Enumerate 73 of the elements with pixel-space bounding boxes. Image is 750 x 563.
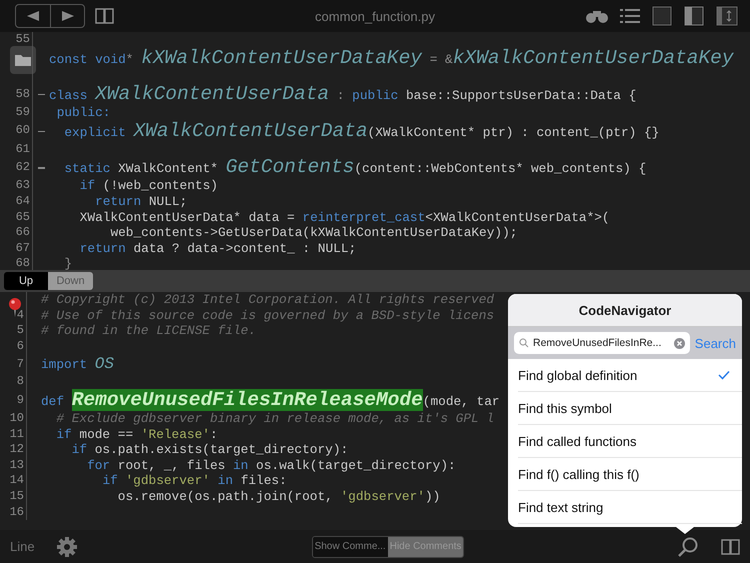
split-view-icon[interactable] (684, 6, 704, 26)
menu-item[interactable]: Find this symbol (518, 392, 742, 425)
folder-icon (15, 54, 31, 66)
code-line: class XWalkContentUserData : public base::SupportsUserData::Data { (49, 84, 636, 106)
line-number: 5 (16, 323, 24, 339)
code-line: os.remove(os.path.join(root, 'gdbserver')) (118, 488, 440, 505)
code-line: XWalkContentUserData* data = reinterpret_cast<XWalkContentUserData*>( (80, 210, 610, 226)
line-number: 7 (16, 356, 24, 372)
right-triangle-icon (62, 11, 74, 21)
line-number: 67 (16, 240, 30, 256)
code-line: explicit XWalkContentUserData(XWalkContent* ptr) : content_(ptr) {} (64, 120, 660, 142)
code-line: if mode == 'Release': (56, 426, 218, 442)
popover-title: CodeNavigator (578, 302, 672, 318)
pin-icon[interactable] (8, 297, 22, 317)
book-icon[interactable] (721, 538, 740, 554)
square-icon[interactable] (652, 6, 672, 26)
menu-item[interactable]: Find global definition (518, 359, 742, 392)
line-number: 60 (16, 123, 30, 140)
clear-icon[interactable] (674, 338, 685, 348)
code-line: return data ? data->content_ : NULL; (80, 240, 356, 256)
line-number: 12 (10, 442, 24, 458)
search-icon (519, 338, 529, 348)
code-line: if (!web_contents) (80, 178, 218, 194)
line-number: 65 (16, 210, 30, 226)
line-number: 68 (16, 256, 30, 270)
line-number: 63 (16, 178, 30, 194)
line-number: 64 (16, 194, 30, 210)
line-number: 58 (16, 86, 30, 102)
line-number: 59 (16, 105, 30, 121)
line-number: 11 (10, 426, 24, 442)
pane-tab[interactable]: Up (4, 272, 48, 290)
code-line: } (64, 256, 72, 270)
code-line: static XWalkContent* GetContents(content::WebContents* web_contents) { (64, 157, 646, 178)
code-line: const void* kXWalkContentUserDataKey = &kXWalkContentUserDataKey (49, 48, 734, 69)
line-number: 13 (10, 458, 24, 474)
resize-icon[interactable] (716, 6, 738, 26)
binoculars-icon[interactable] (586, 9, 608, 23)
settings-icon[interactable] (56, 536, 77, 556)
line-number: 62 (16, 160, 30, 176)
comments-toggle[interactable]: Show Comme... (312, 536, 388, 556)
line-number: 4 (16, 308, 24, 324)
code-line: # Copyright (c) 2013 Intel Corporation. All rights reserved (41, 292, 494, 308)
search-field[interactable]: RemoveUnusedFilesInRe... (514, 332, 690, 354)
line-number: 10 (10, 410, 24, 427)
file-title: common_function.py (315, 9, 435, 24)
search-icon[interactable] (677, 536, 699, 558)
menu-item[interactable]: Find text string (518, 491, 742, 524)
code-line: if 'gdbserver' in files: (102, 473, 287, 489)
line-number: 61 (16, 142, 30, 158)
menu-item[interactable]: Find f() calling this f() (518, 458, 742, 491)
menu-item[interactable]: Find called functions (518, 425, 742, 458)
code-line: public: (56, 105, 110, 121)
code-line: # Exclude gdbserver binary in release mode, as it's GPL l (56, 410, 494, 427)
line-number: 55 (16, 32, 30, 48)
line-number: 6 (16, 338, 24, 354)
list-icon[interactable] (620, 8, 640, 24)
code-line: # found in the LICENSE file. (41, 323, 256, 339)
line-number: 66 (16, 225, 30, 241)
code-line: for root, _, files in os.walk(target_directory): (87, 458, 456, 474)
code-line: if os.path.exists(target_directory): (72, 442, 348, 458)
line-number: 15 (10, 488, 24, 505)
line-number: 16 (10, 504, 24, 520)
code-line: import OS (41, 354, 114, 374)
line-number: 14 (10, 473, 24, 489)
code-line: return NULL; (95, 194, 188, 210)
left-triangle-icon (27, 11, 39, 21)
book-icon[interactable] (95, 8, 114, 24)
code-line: def RemoveUnusedFilesInReleaseMode(mode, tar (41, 390, 500, 411)
line-number: 8 (16, 374, 24, 390)
code-line: # Use of this source code is governed by a BSD-style licens (41, 308, 494, 324)
folder-button[interactable] (10, 46, 36, 74)
code-line: web_contents->GetUserData(kXWalkContentUserDataKey)); (110, 225, 518, 241)
line-number: 9 (16, 392, 24, 408)
